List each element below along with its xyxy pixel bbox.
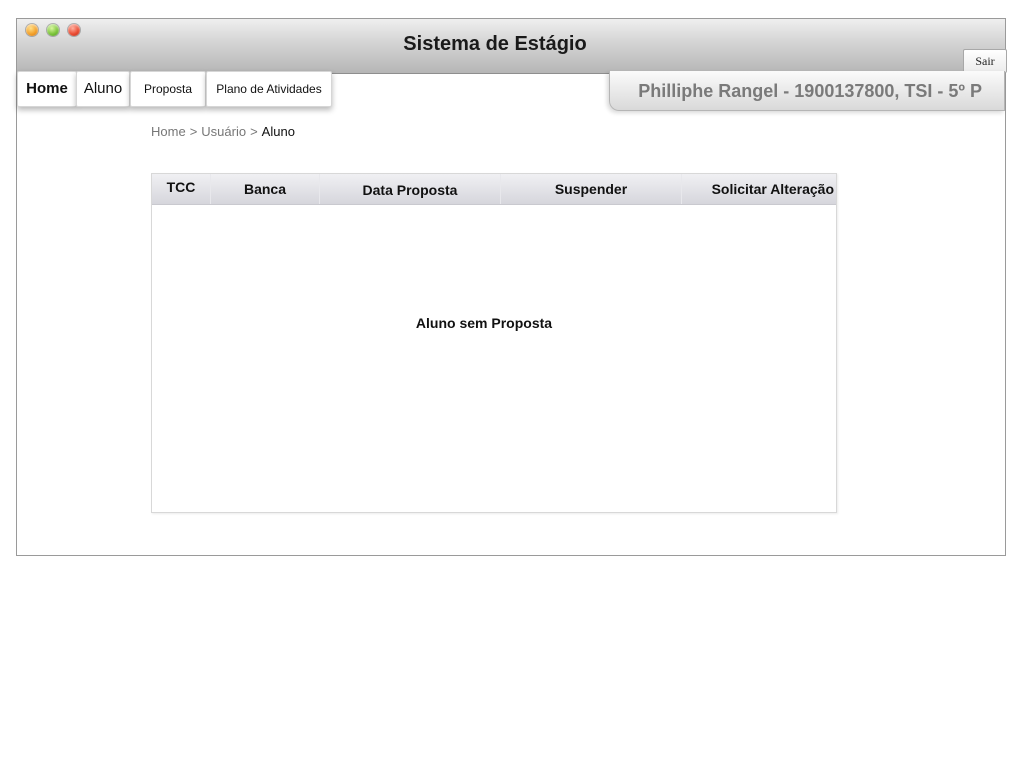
title-bar: Sistema de Estágio Sair <box>17 19 1007 74</box>
column-header-banca: Banca <box>211 174 320 204</box>
breadcrumb-usuario[interactable]: Usuário <box>201 124 246 139</box>
breadcrumb-home[interactable]: Home <box>151 124 186 139</box>
column-header-suspender: Suspender <box>501 174 682 204</box>
column-header-solicitar-alteracao: Solicitar Alteração <box>711 181 834 197</box>
app-title: Sistema de Estágio <box>403 33 587 55</box>
proposals-table: TCC Banca Data Proposta Suspender Solici… <box>151 173 837 513</box>
column-header-data-proposta: Data Proposta <box>320 174 501 204</box>
tab-plano-de-atividades[interactable]: Plano de Atividades <box>206 71 332 107</box>
breadcrumb-separator: > <box>250 124 258 139</box>
app-window: Sistema de Estágio Sair Home Aluno Propo… <box>16 18 1007 556</box>
tab-proposta[interactable]: Proposta <box>130 71 206 107</box>
column-header-tcc: TCC <box>152 174 211 204</box>
table-header: TCC Banca Data Proposta Suspender Solici… <box>152 174 836 205</box>
breadcrumb: Home > Usuário > Aluno <box>151 124 295 139</box>
user-info-panel: Philliphe Rangel - 1900137800, TSI - 5º … <box>609 71 1005 111</box>
breadcrumb-current: Aluno <box>261 124 295 139</box>
tab-home[interactable]: Home <box>17 71 77 107</box>
breadcrumb-separator: > <box>189 124 198 139</box>
logout-button[interactable]: Sair <box>963 49 1007 73</box>
empty-table-message: Aluno sem Proposta <box>415 315 553 331</box>
tab-aluno[interactable]: Aluno <box>76 71 130 107</box>
